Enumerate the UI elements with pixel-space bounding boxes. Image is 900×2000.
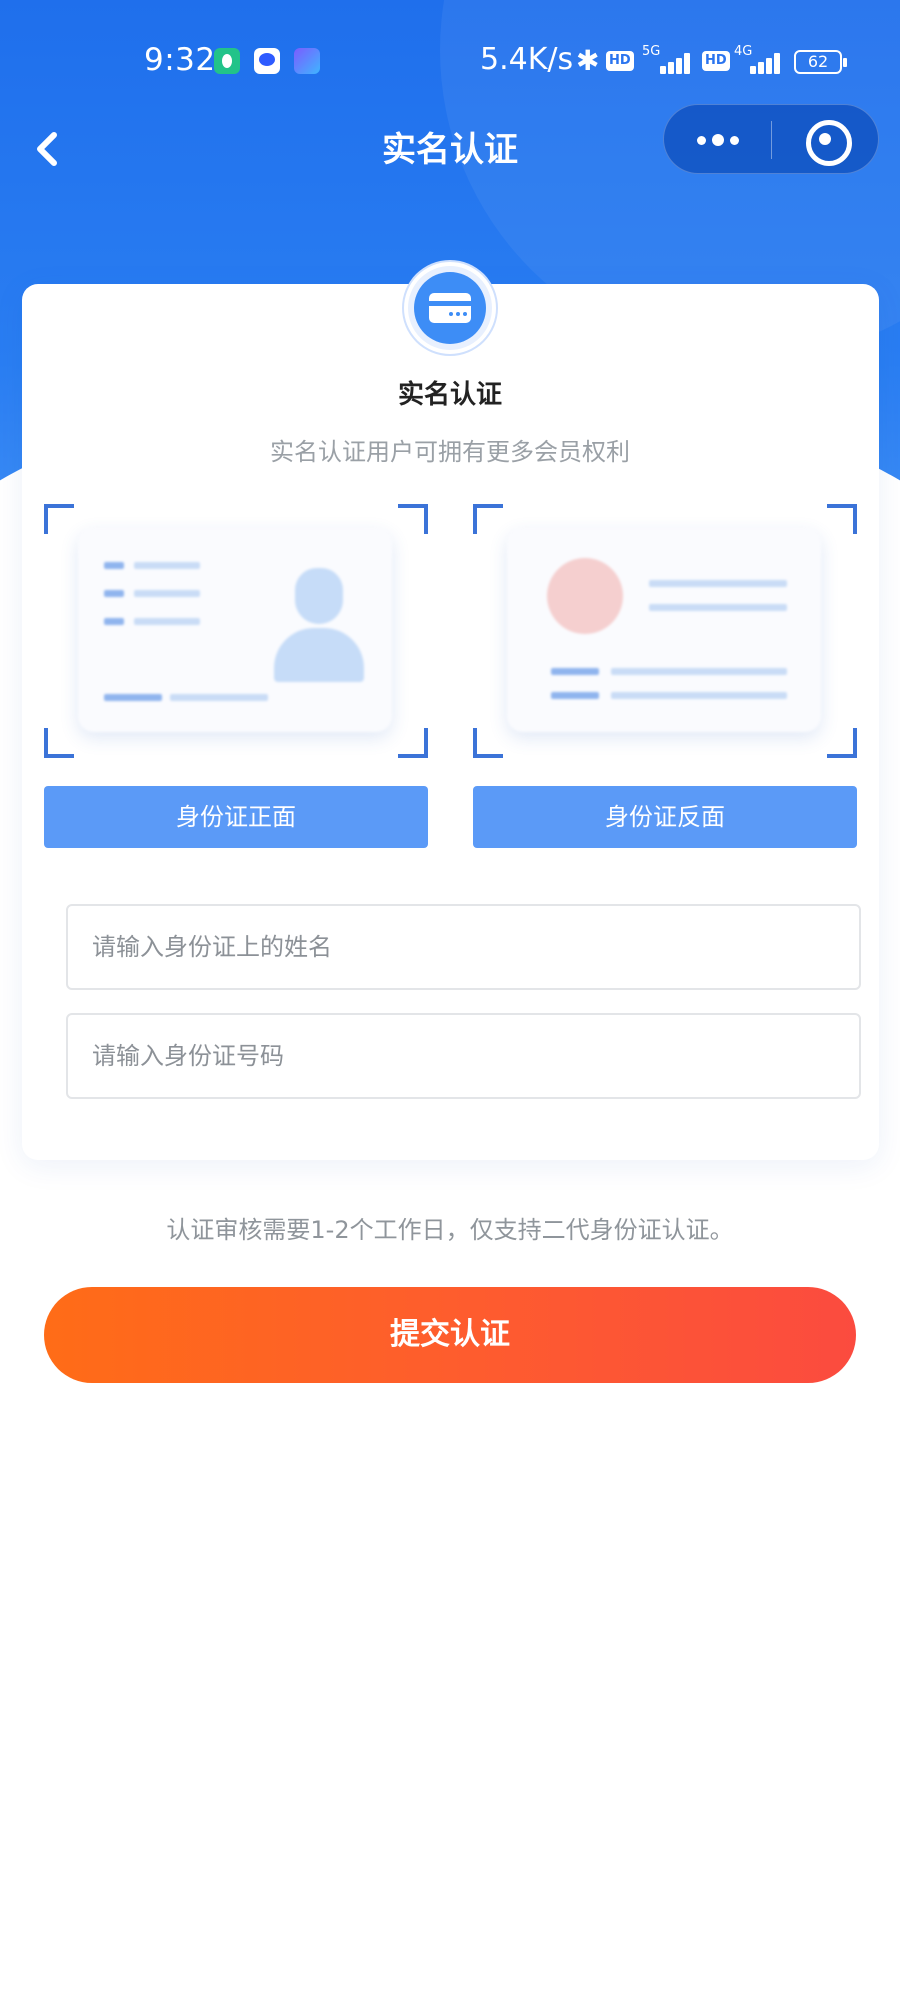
- frame-corner: [398, 728, 428, 758]
- frame-corner: [473, 504, 503, 534]
- shield-app-icon: [214, 48, 240, 74]
- card-title: 实名认证: [397, 380, 502, 410]
- id-front-upload-area[interactable]: [44, 504, 428, 758]
- baidu-app-icon: [254, 48, 280, 74]
- national-emblem-icon: [547, 558, 623, 634]
- frame-corner: [44, 504, 74, 534]
- bluetooth-icon: ✱: [576, 44, 600, 77]
- signal-icon: [742, 52, 782, 74]
- submit-button[interactable]: 提交认证: [44, 1287, 856, 1383]
- frame-corner: [827, 728, 857, 758]
- id-card-back-illustration: [507, 528, 821, 732]
- credit-card-icon: [414, 272, 486, 344]
- frame-corner: [827, 504, 857, 534]
- mini-program-capsule: [663, 104, 879, 174]
- close-mini-program-button[interactable]: [772, 105, 880, 175]
- upload-id-back-button[interactable]: 身份证反面: [473, 786, 857, 848]
- card-badge: [404, 262, 496, 354]
- card-subtitle: 实名认证用户可拥有更多会员权利: [270, 438, 630, 466]
- frame-corner: [44, 728, 74, 758]
- name-input[interactable]: [66, 904, 861, 990]
- chat-app-icon: [294, 48, 320, 74]
- hd-badge: HD: [606, 51, 634, 71]
- more-dots-icon: [697, 136, 706, 145]
- upload-id-front-button[interactable]: 身份证正面: [44, 786, 428, 848]
- frame-corner: [473, 728, 503, 758]
- status-time: 9:32: [144, 42, 216, 78]
- person-avatar-icon: [274, 568, 364, 688]
- battery-icon: 62: [794, 50, 847, 74]
- network-speed: 5.4K/s: [480, 42, 574, 77]
- signal-icon: [652, 52, 692, 74]
- review-notice: 认证审核需要1-2个工作日，仅支持二代身份证认证。: [166, 1216, 734, 1244]
- hd-badge: HD: [702, 51, 730, 71]
- navigation-bar: 实名认证: [0, 100, 900, 200]
- id-number-input[interactable]: [66, 1013, 861, 1099]
- frame-corner: [398, 504, 428, 534]
- more-button[interactable]: [664, 105, 770, 175]
- id-card-front-illustration: [78, 528, 392, 732]
- id-back-upload-area[interactable]: [473, 504, 857, 758]
